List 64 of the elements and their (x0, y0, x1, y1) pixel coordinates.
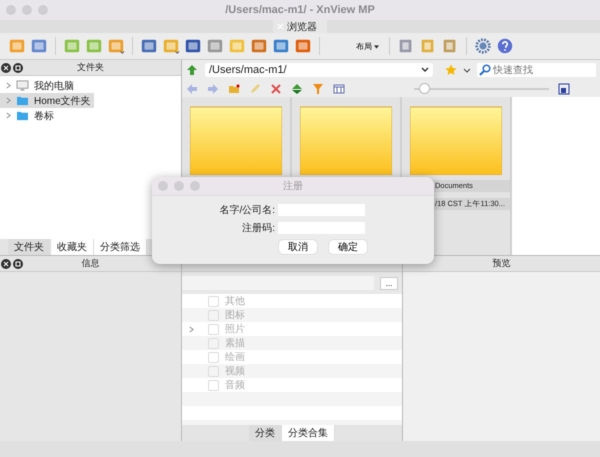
filter-field[interactable] (182, 276, 374, 290)
search-box[interactable]: 快速查找 (477, 63, 596, 77)
forward-icon[interactable] (207, 82, 219, 94)
browser-tab[interactable]: 浏览器 (273, 20, 327, 33)
checkbox[interactable] (208, 310, 219, 320)
field-label: 名字/公司名: (218, 204, 276, 217)
help-icon[interactable] (496, 37, 514, 55)
minimize-window-button[interactable] (174, 181, 184, 191)
dialog-button[interactable]: 取消 (279, 240, 317, 254)
pencil-icon[interactable] (249, 82, 261, 94)
search-icon (479, 64, 491, 76)
folder-icon (300, 105, 392, 175)
panel-title: 预览 (492, 257, 510, 270)
panel-tab[interactable]: 分类合集 (282, 425, 335, 441)
filter-icon[interactable] (312, 82, 324, 94)
search-field[interactable]: 快速查找 (493, 64, 573, 76)
zoom-window-button[interactable] (190, 181, 200, 191)
checkbox[interactable] (208, 296, 219, 306)
minimize-window-button[interactable] (22, 5, 32, 15)
checkbox[interactable] (208, 380, 219, 390)
field-label: 注册码: (241, 222, 276, 235)
back-icon[interactable] (186, 82, 198, 94)
zoom-window-button[interactable] (38, 5, 48, 15)
panel-tab[interactable]: 文件夹 (8, 239, 51, 255)
sort-icon[interactable] (291, 82, 303, 94)
checkbox[interactable] (208, 352, 219, 362)
float-icon[interactable] (13, 258, 23, 268)
panel-title: 文件夹 (77, 61, 104, 74)
new-folder-icon[interactable] (228, 82, 240, 94)
chevron-icon[interactable] (421, 67, 429, 73)
close-icon[interactable] (1, 62, 11, 72)
checkbox[interactable] (208, 366, 219, 376)
fit-icon[interactable] (558, 82, 570, 94)
folder-icon (410, 105, 502, 175)
checkbox[interactable] (208, 338, 219, 348)
path-field[interactable]: /Users/mac-m1/ (205, 63, 433, 77)
tree-item[interactable]: 卷标 (0, 108, 94, 123)
grid-view-icon[interactable] (333, 82, 345, 94)
close-icon[interactable] (1, 258, 11, 268)
checkbox[interactable] (208, 324, 219, 334)
float-icon[interactable] (13, 62, 23, 72)
window-title: /Users/mac-m1/ - XnView MP (225, 4, 375, 16)
delete-icon[interactable] (270, 82, 282, 94)
more-button[interactable]: ... (380, 276, 398, 290)
close-window-button[interactable] (6, 5, 16, 15)
layout-button[interactable]: 布局 (353, 40, 382, 52)
close-window-button[interactable] (158, 181, 168, 191)
tree-item[interactable]: 我的电脑 (0, 78, 94, 93)
panel-tab[interactable]: 收藏夹 (51, 239, 94, 255)
dialog-title: 注册 (283, 180, 303, 193)
star-icon[interactable] (445, 64, 457, 76)
monitor-icon (16, 80, 29, 91)
panel-title: 信息 (82, 257, 100, 270)
slider-thumb[interactable] (418, 82, 430, 94)
panel-tab[interactable]: 分类 (249, 425, 282, 441)
folder-icon (16, 95, 29, 106)
dialog-button[interactable]: 确定 (329, 240, 367, 254)
panel-tab[interactable]: 分类筛选 (94, 239, 147, 255)
folder-icon (190, 105, 282, 175)
tree-item[interactable]: Home文件夹 (0, 93, 94, 108)
folder-icon (16, 110, 29, 121)
settings-icon[interactable] (474, 37, 492, 55)
caret-icon (374, 44, 380, 48)
up-arrow-icon[interactable] (186, 64, 198, 76)
